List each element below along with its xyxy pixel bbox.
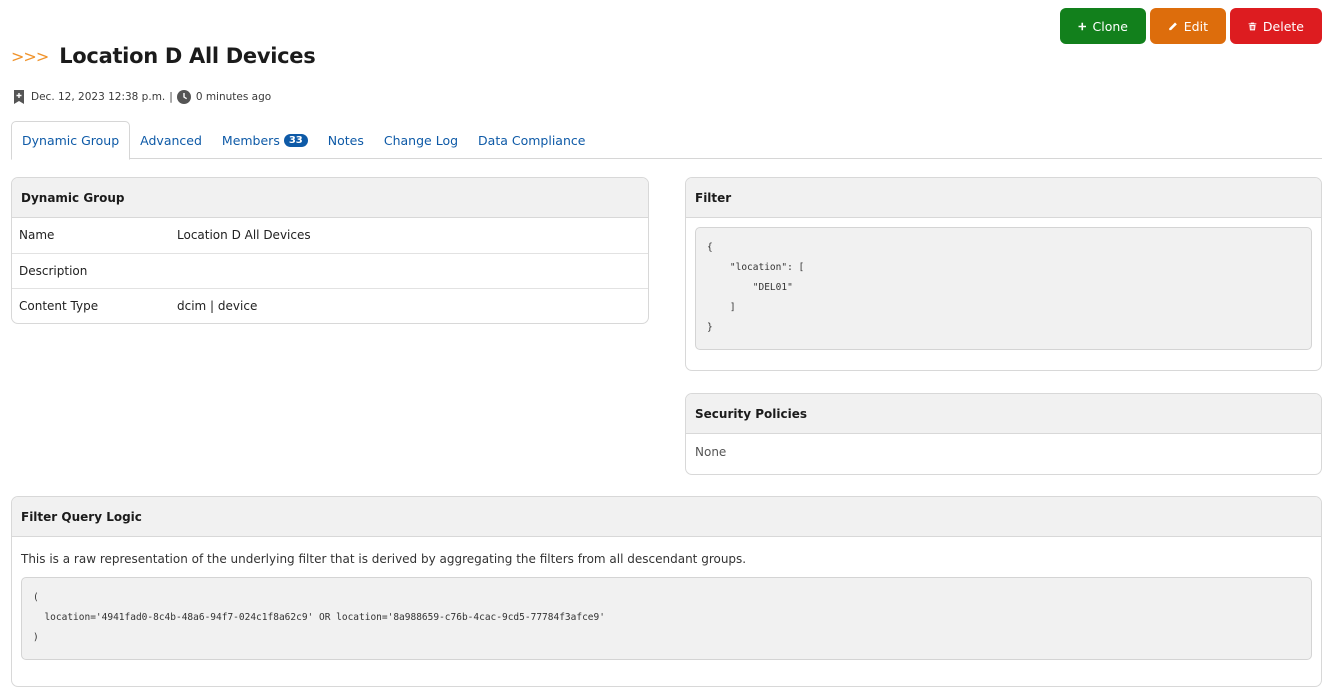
tab-bar: Dynamic Group Advanced Members 33 Notes C… bbox=[11, 121, 1322, 160]
attr-value: dcim | device bbox=[170, 287, 648, 323]
tab-label: Data Compliance bbox=[478, 132, 586, 148]
header-actions: Clone Edit Delete bbox=[1060, 8, 1322, 44]
filter-panel: Filter { "location": [ "DEL01" ] } bbox=[685, 177, 1322, 371]
plus-icon bbox=[1078, 22, 1086, 30]
dynamic-group-panel: Dynamic Group Name Location D All Device… bbox=[11, 177, 649, 324]
tab-label: Advanced bbox=[140, 132, 202, 148]
attributes-table: Name Location D All Devices Description … bbox=[12, 218, 648, 323]
tab-notes[interactable]: Notes bbox=[318, 121, 374, 159]
panel-body: { "location": [ "DEL01" ] } bbox=[686, 218, 1321, 359]
clone-label: Clone bbox=[1092, 18, 1128, 34]
filter-json: { "location": [ "DEL01" ] } bbox=[695, 227, 1312, 350]
tab-label: Change Log bbox=[383, 132, 459, 148]
attr-key: Description bbox=[12, 252, 170, 288]
pencil-icon bbox=[1169, 22, 1177, 30]
created-timestamp: Dec. 12, 2023 12:38 p.m. bbox=[31, 91, 166, 103]
attr-value bbox=[170, 252, 648, 288]
tab-change-log[interactable]: Change Log bbox=[374, 121, 468, 159]
tab-advanced[interactable]: Advanced bbox=[130, 121, 212, 159]
tab-dynamic-group[interactable]: Dynamic Group bbox=[11, 121, 131, 160]
filter-query-code: ( location='4941fad0-8c4b-48a6-94f7-024c… bbox=[21, 577, 1312, 660]
delete-label: Delete bbox=[1262, 18, 1304, 34]
title-row: >>> Location D All Devices bbox=[11, 44, 316, 68]
panel-heading: Filter Query Logic bbox=[12, 497, 1321, 537]
attr-value: Location D All Devices bbox=[177, 228, 311, 243]
filter-query-logic-panel: Filter Query Logic This is a raw represe… bbox=[11, 496, 1322, 687]
panel-heading: Filter bbox=[686, 178, 1321, 218]
edit-label: Edit bbox=[1183, 18, 1208, 34]
filter-query-description: This is a raw representation of the unde… bbox=[21, 552, 747, 566]
meta-separator: | bbox=[169, 91, 173, 103]
tab-data-compliance[interactable]: Data Compliance bbox=[468, 121, 595, 159]
table-row: Description bbox=[12, 252, 648, 288]
table-row: Content Type dcim | device bbox=[12, 287, 648, 323]
security-policies-value: None bbox=[695, 445, 727, 459]
security-policies-panel: Security Policies None bbox=[685, 393, 1322, 475]
bookmark-icon bbox=[14, 90, 24, 104]
updated-relative-time: 0 minutes ago bbox=[195, 91, 272, 103]
delete-button[interactable]: Delete bbox=[1230, 8, 1322, 44]
clone-button[interactable]: Clone bbox=[1060, 8, 1146, 44]
page-title: Location D All Devices bbox=[59, 44, 316, 68]
clock-icon bbox=[176, 90, 191, 104]
chevrons-icon: >>> bbox=[11, 46, 49, 66]
panel-heading: Dynamic Group bbox=[12, 178, 648, 218]
tab-label: Dynamic Group bbox=[22, 133, 120, 148]
members-count-badge: 33 bbox=[283, 133, 308, 147]
meta-row: Dec. 12, 2023 12:38 p.m. | 0 minutes ago bbox=[13, 90, 271, 104]
table-row: Name Location D All Devices bbox=[12, 218, 648, 253]
tab-members[interactable]: Members 33 bbox=[212, 121, 318, 159]
edit-button[interactable]: Edit bbox=[1150, 8, 1226, 44]
attr-key: Content Type bbox=[12, 287, 170, 323]
tab-label: Notes bbox=[327, 132, 364, 148]
attr-key: Name bbox=[19, 228, 55, 243]
trash-icon bbox=[1248, 22, 1257, 30]
tab-label: Members bbox=[221, 132, 280, 148]
panel-heading: Security Policies bbox=[686, 394, 1321, 434]
